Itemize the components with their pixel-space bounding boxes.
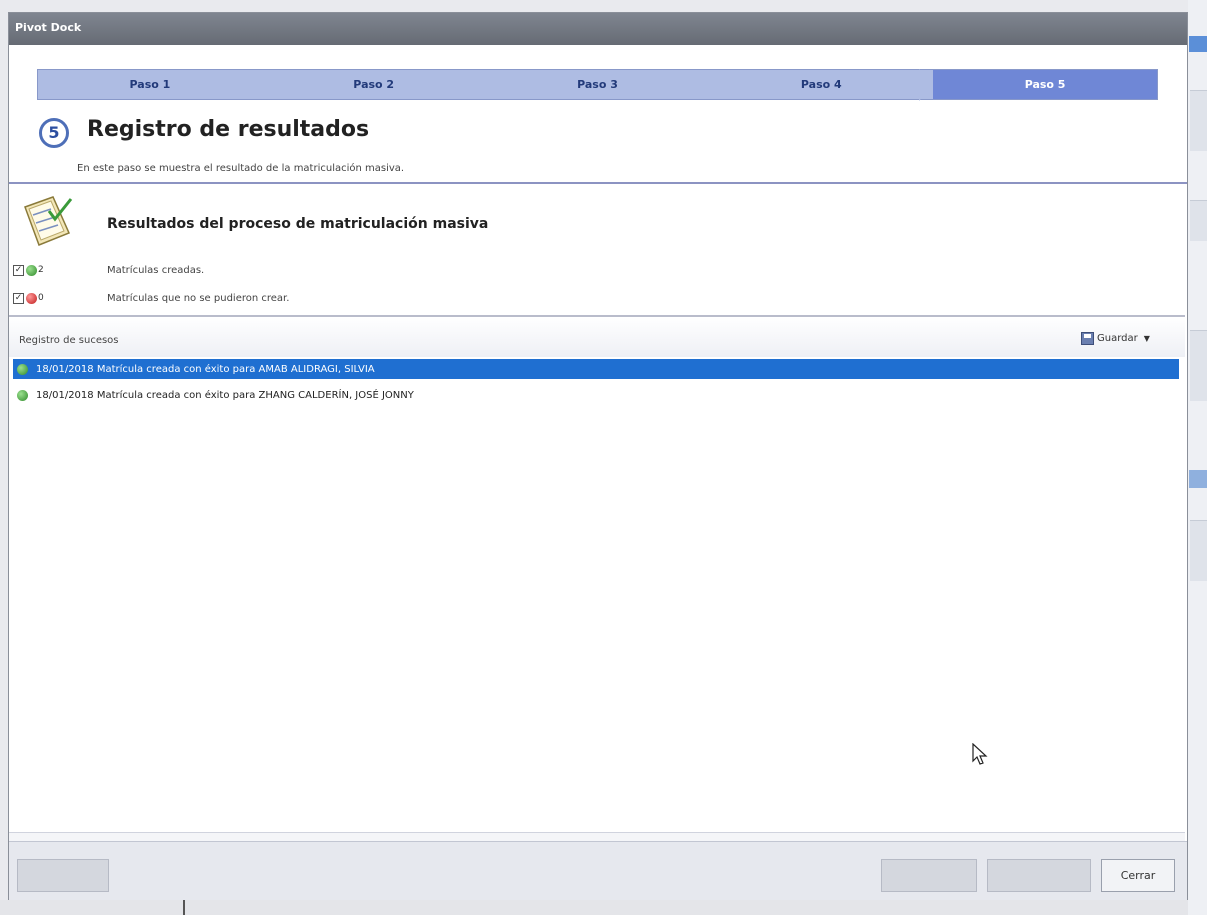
background-app-strip <box>1188 0 1207 915</box>
step-3[interactable]: Paso 3 <box>486 70 710 99</box>
event-log-header: Registro de sucesos Guardar ▼ <box>9 317 1185 357</box>
window-title: Pivot Dock <box>15 21 82 34</box>
success-icon <box>26 264 37 276</box>
save-label: Guardar <box>1097 332 1138 344</box>
step-4[interactable]: Paso 4 <box>709 70 933 99</box>
mouse-cursor-icon <box>972 743 988 765</box>
header-divider <box>9 182 1187 184</box>
log-entry[interactable]: 18/01/2018 Matrícula creada con éxito pa… <box>13 359 1179 379</box>
taskbar-divider <box>183 900 185 915</box>
background-panel <box>1190 200 1207 241</box>
background-accent <box>1189 36 1207 52</box>
background-accent <box>1189 470 1207 488</box>
created-label: Matrículas creadas. <box>107 264 205 276</box>
failed-label: Matrículas que no se pudieron crear. <box>107 292 290 304</box>
save-button[interactable]: Guardar ▼ <box>1081 329 1150 347</box>
horizontal-scrollbar[interactable] <box>9 832 1185 841</box>
failed-stat-row: ✓ 0 Matrículas que no se pudieron crear. <box>13 290 289 306</box>
background-panel <box>1190 520 1207 581</box>
next-button[interactable] <box>881 859 977 892</box>
error-icon <box>26 292 37 304</box>
checklist-icon <box>24 196 73 246</box>
titlebar[interactable]: Pivot Dock <box>9 13 1187 45</box>
created-count: 2 <box>38 265 44 275</box>
dropdown-arrow-icon: ▼ <box>1143 333 1150 343</box>
finish-button[interactable] <box>987 859 1091 892</box>
step-5[interactable]: Paso 5 <box>919 69 1157 101</box>
failed-count: 0 <box>38 293 44 303</box>
success-icon <box>17 389 28 401</box>
checkbox-icon: ✓ <box>13 292 24 304</box>
step-1[interactable]: Paso 1 <box>38 70 262 99</box>
wizard-dialog: Pivot Dock Paso 1 Paso 2 Paso 3 Paso 4 P… <box>8 12 1188 900</box>
save-icon <box>1081 331 1094 345</box>
event-log-title: Registro de sucesos <box>19 335 119 346</box>
log-entry[interactable]: 18/01/2018 Matrícula creada con éxito pa… <box>13 385 1179 405</box>
created-stat-row: ✓ 2 Matrículas creadas. <box>13 262 204 278</box>
results-title: Resultados del proceso de matriculación … <box>107 216 489 232</box>
dialog-footer: Cerrar <box>9 841 1187 900</box>
checkbox-icon: ✓ <box>13 264 24 276</box>
step-2[interactable]: Paso 2 <box>262 70 486 99</box>
event-log-panel: Registro de sucesos Guardar ▼ 18/01/2018… <box>9 315 1185 843</box>
close-button[interactable]: Cerrar <box>1101 859 1175 892</box>
step-number-badge: 5 <box>39 118 69 148</box>
taskbar-strip <box>0 900 1188 915</box>
previous-button[interactable] <box>17 859 109 892</box>
page-title: Registro de resultados <box>87 117 370 142</box>
background-panel <box>1190 90 1207 151</box>
log-entry-text: 18/01/2018 Matrícula creada con éxito pa… <box>36 389 414 401</box>
success-icon <box>17 363 28 375</box>
background-panel <box>1190 330 1207 401</box>
page-subtitle: En este paso se muestra el resultado de … <box>77 163 405 174</box>
log-entry-text: 18/01/2018 Matrícula creada con éxito pa… <box>36 363 375 375</box>
wizard-steps: Paso 1 Paso 2 Paso 3 Paso 4 Paso 5 <box>37 69 1158 101</box>
